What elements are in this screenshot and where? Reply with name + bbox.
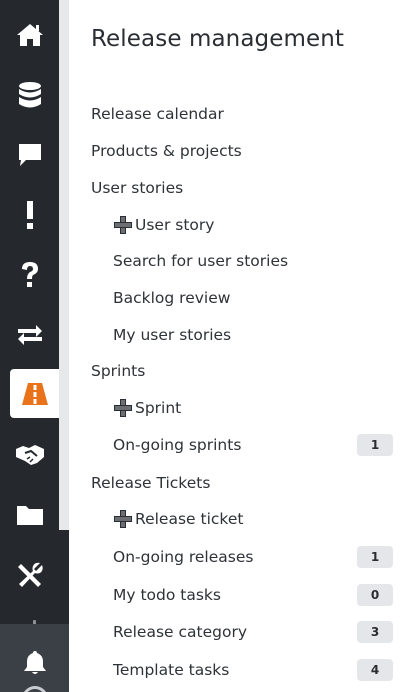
menu-item-template-tasks[interactable]: Template tasks 4 — [69, 655, 410, 685]
app-window: Release management Release calendar Prod… — [0, 0, 410, 692]
nav-home[interactable] — [0, 10, 69, 59]
nav-partners[interactable] — [0, 430, 69, 479]
count-badge: 3 — [357, 621, 393, 643]
count-badge: 1 — [357, 434, 393, 456]
tools-icon — [15, 560, 45, 590]
nav-alerts[interactable] — [0, 190, 69, 239]
handshake-icon — [15, 440, 45, 470]
menu-item-release-tickets[interactable]: Release Tickets — [69, 468, 410, 498]
menu-item-sprints[interactable]: Sprints — [69, 356, 410, 386]
chat-icon — [15, 140, 45, 170]
menu-item-search-user-stories[interactable]: Search for user stories — [69, 246, 410, 276]
add-release-ticket-label: Release ticket — [135, 510, 244, 528]
main-panel: Release management Release calendar Prod… — [69, 0, 410, 692]
menu-item-backlog-review[interactable]: Backlog review — [69, 283, 410, 313]
plus-icon — [114, 216, 132, 234]
count-badge: 1 — [357, 546, 393, 568]
nav-release-management[interactable] — [10, 369, 59, 418]
exclamation-icon — [15, 200, 45, 230]
nav-settings[interactable] — [0, 550, 69, 599]
folder-icon — [15, 500, 45, 530]
database-icon — [15, 80, 45, 110]
ongoing-releases-label: On-going releases — [113, 548, 254, 566]
template-tasks-label: Template tasks — [113, 661, 230, 679]
menu-item-release-category[interactable]: Release category 3 — [69, 617, 410, 647]
road-icon — [20, 379, 50, 409]
menu-item-products-projects[interactable]: Products & projects — [69, 136, 410, 166]
add-release-ticket-button[interactable]: Release ticket — [69, 504, 410, 534]
question-icon — [15, 260, 45, 290]
nav-database[interactable] — [0, 70, 69, 119]
page-title: Release management — [91, 26, 345, 52]
ongoing-sprints-label: On-going sprints — [113, 436, 242, 454]
plus-icon — [114, 399, 132, 417]
menu-item-my-todo-tasks[interactable]: My todo tasks 0 — [69, 580, 410, 610]
nav-files[interactable] — [0, 490, 69, 539]
add-sprint-button[interactable]: Sprint — [69, 393, 410, 423]
menu-item-ongoing-sprints[interactable]: On-going sprints 1 — [69, 430, 410, 460]
menu-item-release-calendar[interactable]: Release calendar — [69, 99, 410, 129]
notifications-area — [0, 624, 69, 692]
menu-item-ongoing-releases[interactable]: On-going releases 1 — [69, 542, 410, 572]
bell-icon[interactable] — [20, 648, 50, 678]
plus-icon — [114, 510, 132, 528]
add-user-story-button[interactable]: User story — [69, 210, 410, 240]
my-todo-tasks-label: My todo tasks — [113, 586, 221, 604]
nav-transfers[interactable] — [0, 310, 69, 359]
menu-item-my-user-stories[interactable]: My user stories — [69, 320, 410, 350]
nav-chat[interactable] — [0, 130, 69, 179]
menu-item-user-stories[interactable]: User stories — [69, 173, 410, 203]
swap-arrows-icon — [15, 320, 45, 350]
home-icon — [15, 20, 45, 50]
icon-sidebar — [0, 0, 69, 692]
count-badge: 0 — [357, 584, 393, 606]
add-sprint-label: Sprint — [135, 399, 182, 417]
release-category-label: Release category — [113, 623, 247, 641]
nav-help[interactable] — [0, 250, 69, 299]
add-user-story-label: User story — [135, 216, 215, 234]
count-badge: 4 — [357, 659, 393, 681]
